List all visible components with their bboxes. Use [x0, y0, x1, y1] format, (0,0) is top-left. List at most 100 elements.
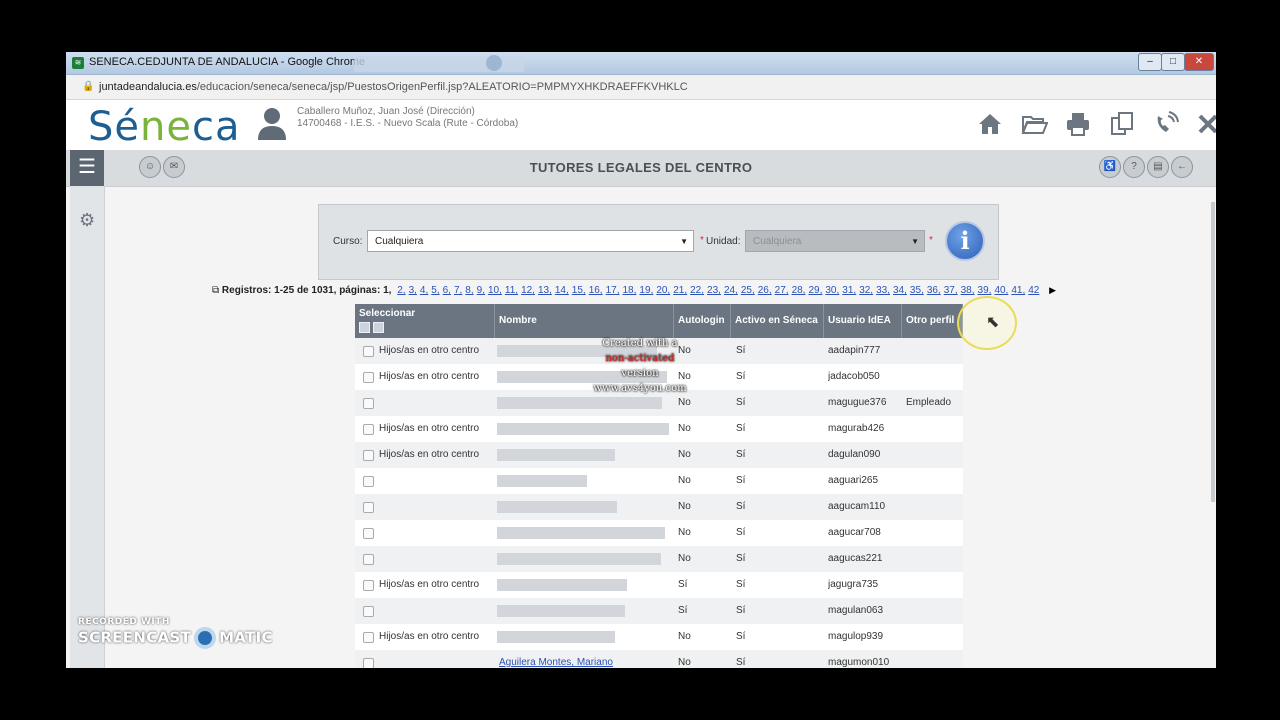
new-tab-icon[interactable]	[486, 55, 502, 71]
col-activo[interactable]: Activo en Séneca	[731, 304, 824, 338]
page-link[interactable]: 5,	[431, 285, 439, 296]
page-link[interactable]: 10,	[488, 285, 502, 296]
close-window-button[interactable]: ✕	[1184, 53, 1214, 71]
folder-open-icon[interactable]	[1020, 110, 1048, 138]
gear-icon[interactable]: ⚙	[79, 210, 95, 231]
minimize-button[interactable]: –	[1138, 53, 1162, 71]
select-none-checkbox[interactable]	[373, 322, 384, 333]
table-row[interactable]: Hijos/as en otro centro No Sí magulop939	[355, 624, 963, 650]
print-icon[interactable]	[1064, 110, 1092, 138]
page-link[interactable]: 39,	[978, 285, 992, 296]
page-link[interactable]: 34,	[893, 285, 907, 296]
row-checkbox[interactable]	[363, 424, 374, 435]
page-link[interactable]: 29,	[808, 285, 822, 296]
page-link[interactable]: 14,	[555, 285, 569, 296]
row-checkbox[interactable]	[363, 476, 374, 487]
page-link[interactable]: 12,	[521, 285, 535, 296]
col-usuario[interactable]: Usuario IdEA	[824, 304, 902, 338]
page-link[interactable]: 7,	[454, 285, 462, 296]
row-checkbox[interactable]	[363, 606, 374, 617]
row-checkbox[interactable]	[363, 398, 374, 409]
col-otro-perfil[interactable]: Otro perfil	[902, 304, 963, 338]
next-page-icon[interactable]: ▶	[1049, 285, 1056, 295]
page-link[interactable]: 4,	[420, 285, 428, 296]
table-row[interactable]: No Sí aagucas221	[355, 546, 963, 572]
accessibility-icon[interactable]: ♿	[1099, 156, 1121, 178]
row-checkbox[interactable]	[363, 346, 374, 357]
row-nombre-blurred[interactable]	[497, 501, 617, 513]
phone-icon[interactable]	[1152, 110, 1180, 138]
page-link[interactable]: 40,	[994, 285, 1008, 296]
row-nombre-link[interactable]: Aguilera Montes, Mariano	[499, 650, 673, 668]
row-checkbox[interactable]	[363, 502, 374, 513]
page-link[interactable]: 26,	[758, 285, 772, 296]
page-link[interactable]: 3,	[409, 285, 417, 296]
info-icon[interactable]: i	[945, 221, 985, 261]
page-link[interactable]: 35,	[910, 285, 924, 296]
col-nombre[interactable]: Nombre	[495, 304, 674, 338]
unidad-select[interactable]: Cualquiera ▼	[745, 230, 925, 252]
page-link[interactable]: 19,	[639, 285, 653, 296]
page-link[interactable]: 37,	[944, 285, 958, 296]
row-checkbox[interactable]	[363, 554, 374, 565]
page-link[interactable]: 22,	[690, 285, 704, 296]
row-nombre-blurred[interactable]	[497, 527, 665, 539]
row-checkbox[interactable]	[363, 450, 374, 461]
page-link[interactable]: 32,	[859, 285, 873, 296]
row-checkbox[interactable]	[363, 632, 374, 643]
page-link[interactable]: 33,	[876, 285, 890, 296]
page-link[interactable]: 9,	[477, 285, 485, 296]
page-link[interactable]: 36,	[927, 285, 941, 296]
page-link[interactable]: 27,	[775, 285, 789, 296]
row-nombre-blurred[interactable]	[497, 553, 661, 565]
url-text[interactable]: juntadeandalucia.es/educacion/seneca/sen…	[99, 81, 688, 93]
page-link[interactable]: 6,	[443, 285, 451, 296]
page-link[interactable]: 31,	[842, 285, 856, 296]
row-checkbox[interactable]	[363, 372, 374, 383]
row-nombre-blurred[interactable]	[497, 579, 627, 591]
table-row[interactable]: Aguilera Montes, Mariano No Sí magumon010	[355, 650, 963, 668]
seneca-logo[interactable]: Séneca	[88, 104, 240, 150]
page-link[interactable]: 20,	[656, 285, 670, 296]
page-link[interactable]: 13,	[538, 285, 552, 296]
page-link[interactable]: 18,	[623, 285, 637, 296]
page-link[interactable]: 23,	[707, 285, 721, 296]
row-nombre-blurred[interactable]	[497, 475, 587, 487]
table-row[interactable]: No Sí aaguari265	[355, 468, 963, 494]
page-link[interactable]: 21,	[673, 285, 687, 296]
table-row[interactable]: No Sí aagucam110	[355, 494, 963, 520]
back-arrow-icon[interactable]: ←	[1171, 156, 1193, 178]
table-row[interactable]: Hijos/as en otro centro Sí Sí jagugra735	[355, 572, 963, 598]
row-nombre-blurred[interactable]	[497, 449, 615, 461]
page-link[interactable]: 38,	[961, 285, 975, 296]
row-nombre-blurred[interactable]	[497, 397, 662, 409]
col-autologin[interactable]: Autologin	[674, 304, 731, 338]
row-nombre-blurred[interactable]	[497, 605, 625, 617]
copy-icon[interactable]	[1108, 110, 1136, 138]
help-icon[interactable]: ?	[1123, 156, 1145, 178]
page-link[interactable]: 28,	[792, 285, 806, 296]
page-link[interactable]: 41,	[1011, 285, 1025, 296]
table-row[interactable]: Sí Sí magulan063	[355, 598, 963, 624]
row-nombre-blurred[interactable]	[497, 423, 669, 435]
page-link[interactable]: 30,	[825, 285, 839, 296]
page-link[interactable]: 2,	[397, 285, 405, 296]
page-link[interactable]: 25,	[741, 285, 755, 296]
maximize-button[interactable]: □	[1161, 53, 1185, 71]
home-icon[interactable]	[976, 110, 1004, 138]
page-link[interactable]: 24,	[724, 285, 738, 296]
row-checkbox[interactable]	[363, 528, 374, 539]
row-checkbox[interactable]	[363, 580, 374, 591]
address-bar[interactable]: 🔒 juntadeandalucia.es/educacion/seneca/s…	[66, 75, 1216, 100]
page-link[interactable]: 42	[1028, 285, 1039, 296]
page-link[interactable]: 15,	[572, 285, 586, 296]
page-link[interactable]: 8,	[465, 285, 473, 296]
page-scrollbar[interactable]	[1211, 202, 1215, 502]
table-row[interactable]: No Sí aagucar708	[355, 520, 963, 546]
select-all-checkbox[interactable]	[359, 322, 370, 333]
page-link[interactable]: 11,	[505, 285, 518, 296]
page-link[interactable]: 16,	[589, 285, 603, 296]
table-row[interactable]: Hijos/as en otro centro No Sí magurab426	[355, 416, 963, 442]
document-icon[interactable]: ▤	[1147, 156, 1169, 178]
curso-select[interactable]: Cualquiera ▼	[367, 230, 694, 252]
